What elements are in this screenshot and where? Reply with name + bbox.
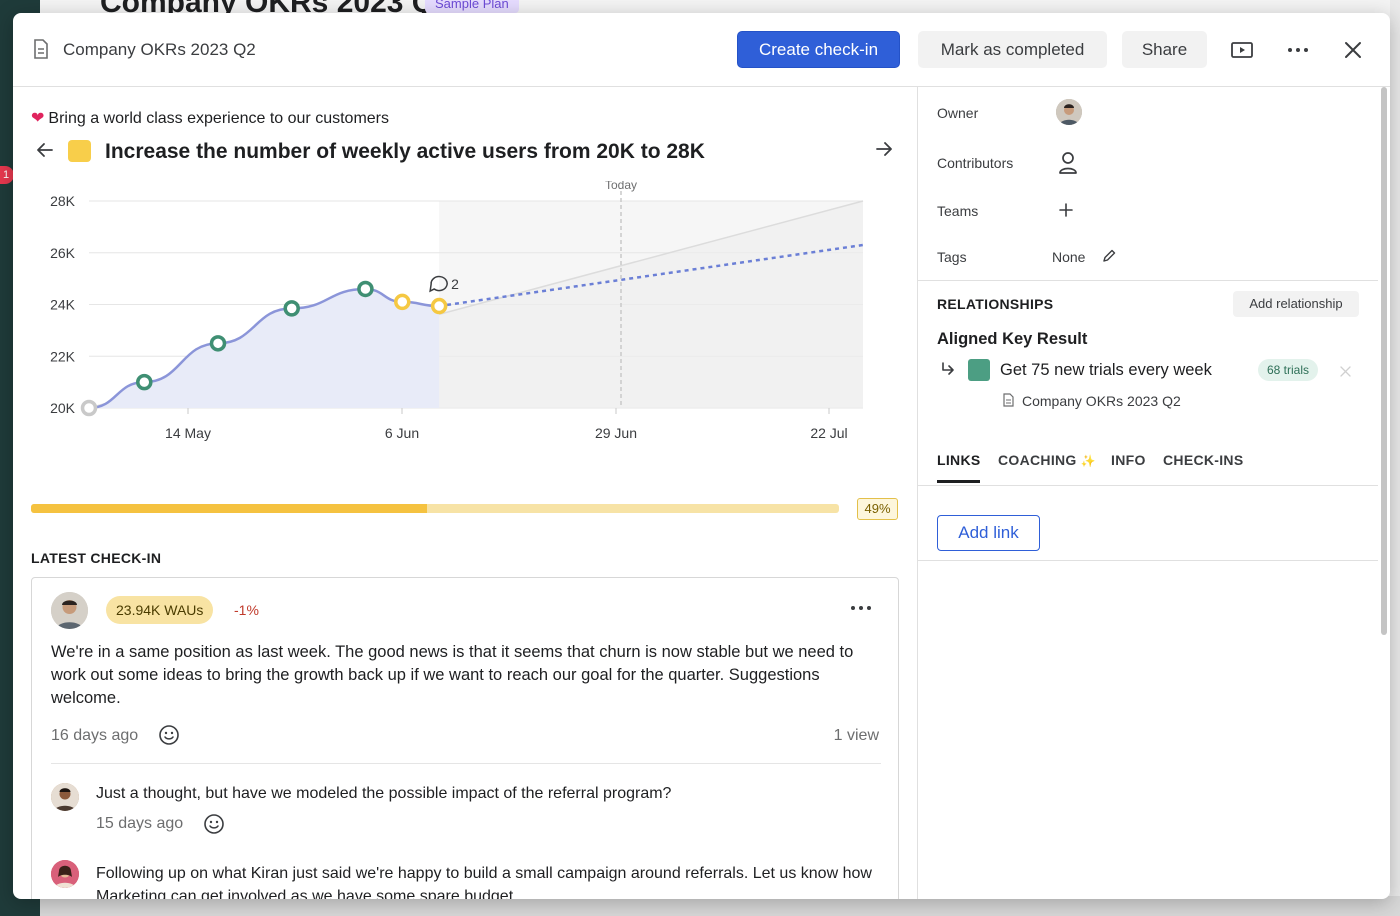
checkin-text: We're in a same position as last week. T…: [51, 643, 854, 707]
aligned-key-result-badge: 68 trials: [1258, 359, 1319, 381]
modal-header: Company OKRs 2023 Q2 Create check-in Mar…: [13, 13, 1390, 87]
contributors-label: Contributors: [937, 155, 1014, 171]
heart-icon: ❤: [31, 110, 45, 127]
comment-text: Following up on what Kiran just said we'…: [96, 865, 872, 899]
y-tick-label: 28K: [50, 193, 76, 209]
divider: [918, 560, 1378, 561]
y-tick-label: 22K: [50, 348, 76, 364]
divider: [51, 763, 881, 764]
checkin-views: 1 view: [833, 727, 879, 744]
sidebar-scrollbar[interactable]: [1381, 87, 1387, 635]
next-arrow-icon[interactable]: [874, 139, 894, 159]
background-right-edge: [1390, 0, 1400, 916]
pencil-icon[interactable]: [1102, 249, 1116, 263]
close-icon[interactable]: [1341, 38, 1365, 62]
add-relationship-button[interactable]: Add relationship: [1233, 291, 1359, 317]
progress-chart: 28K 26K 24K 22K 20K Today 2 14 May 6 Jun 29 Jun 22…: [50, 181, 864, 441]
data-point: [209, 335, 227, 352]
data-point: [430, 297, 448, 315]
user-icon[interactable]: [1058, 151, 1078, 175]
x-tick-label: 6 Jun: [385, 425, 419, 441]
modal-title[interactable]: Company OKRs 2023 Q2: [63, 40, 256, 60]
avatar[interactable]: [51, 592, 88, 629]
add-link-button[interactable]: Add link: [937, 515, 1040, 551]
tab-info[interactable]: INFO: [1111, 452, 1146, 468]
checkin-delta: -1%: [234, 602, 259, 618]
create-checkin-button[interactable]: Create check-in: [737, 31, 900, 68]
owner-label: Owner: [937, 105, 979, 121]
progress-bar: [31, 504, 839, 513]
y-tick-label: 26K: [50, 245, 76, 261]
aligned-key-result-parent[interactable]: Company OKRs 2023 Q2: [1022, 393, 1181, 409]
active-tab-indicator: [937, 480, 980, 483]
comment-timestamp: 15 days ago: [96, 815, 184, 832]
goal-detail-modal: Company OKRs 2023 Q2 Create check-in Mar…: [13, 13, 1390, 899]
comment-count: 2: [451, 276, 459, 292]
add-reaction-icon[interactable]: [203, 813, 225, 835]
data-point: [283, 300, 300, 317]
checkin-timestamp: 16 days ago: [51, 727, 139, 744]
checkin-card: 23.94K WAUs -1% We're in a same position…: [31, 577, 899, 899]
goal-main-panel: ❤ Bring a world class experience to our c…: [13, 87, 917, 899]
tags-value[interactable]: None: [1052, 249, 1085, 265]
today-label: Today: [605, 181, 637, 192]
checkin-more-icon[interactable]: [849, 600, 873, 616]
tab-coaching-label: COACHING: [998, 452, 1077, 468]
aligned-key-result-heading: Aligned Key Result: [937, 330, 1088, 348]
x-tick-label: 22 Jul: [810, 425, 847, 441]
avatar[interactable]: [51, 860, 79, 888]
teams-label: Teams: [937, 203, 979, 219]
x-tick-label: 14 May: [165, 425, 211, 441]
aligned-key-result-link[interactable]: Get 75 new trials every week: [1000, 361, 1212, 380]
document-icon: [1003, 393, 1014, 407]
mark-completed-button[interactable]: Mark as completed: [918, 31, 1107, 68]
x-tick-label: 29 Jun: [595, 425, 637, 441]
previous-arrow-icon[interactable]: [35, 140, 55, 160]
data-point: [136, 373, 153, 391]
plus-icon[interactable]: [1059, 203, 1073, 217]
remove-relationship-icon[interactable]: [1340, 366, 1351, 377]
tab-links[interactable]: LINKS: [937, 452, 981, 468]
owner-avatar[interactable]: [1056, 99, 1082, 125]
goal-title[interactable]: Increase the number of weekly active use…: [105, 140, 705, 164]
document-icon: [34, 39, 48, 59]
parent-goal-text: Bring a world class experience to our cu…: [48, 110, 389, 127]
subdirectory-arrow-icon: [942, 362, 954, 375]
share-button[interactable]: Share: [1122, 31, 1207, 68]
divider: [918, 280, 1378, 281]
goal-color-swatch: [68, 140, 91, 162]
goal-details-sidebar: Owner Contributors Teams Tags None RELAT…: [917, 87, 1390, 899]
actual-area: [89, 288, 440, 408]
latest-checkin-heading: LATEST CHECK-IN: [31, 550, 162, 566]
tab-checkins[interactable]: CHECK-INS: [1163, 452, 1243, 468]
background-bottom-edge: [40, 896, 1400, 916]
sparkle-icon: ✨: [1080, 454, 1097, 468]
add-reaction-icon[interactable]: [158, 724, 180, 746]
parent-goal-link[interactable]: ❤ Bring a world class experience to our c…: [31, 108, 389, 128]
key-result-color-swatch: [968, 359, 990, 381]
tab-coaching[interactable]: COACHING ✨: [998, 452, 1096, 468]
background-plan-pill: Sample Plan: [425, 0, 519, 13]
checkin-value-badge: 23.94K WAUs: [106, 596, 214, 624]
data-point: [394, 293, 411, 311]
more-icon[interactable]: [1286, 38, 1310, 62]
avatar[interactable]: [51, 783, 79, 811]
present-icon[interactable]: [1230, 38, 1254, 62]
comment-text: Just a thought, but have we modeled the …: [96, 785, 672, 802]
data-point: [357, 280, 374, 298]
y-tick-label: 24K: [50, 297, 76, 313]
divider: [918, 485, 1378, 486]
progress-bar-fill: [31, 504, 427, 513]
data-point: [80, 399, 98, 417]
relationships-heading: RELATIONSHIPS: [937, 296, 1054, 312]
progress-percent-badge: 49%: [857, 498, 898, 520]
y-tick-label: 20K: [50, 400, 76, 416]
tags-label: Tags: [937, 249, 967, 265]
